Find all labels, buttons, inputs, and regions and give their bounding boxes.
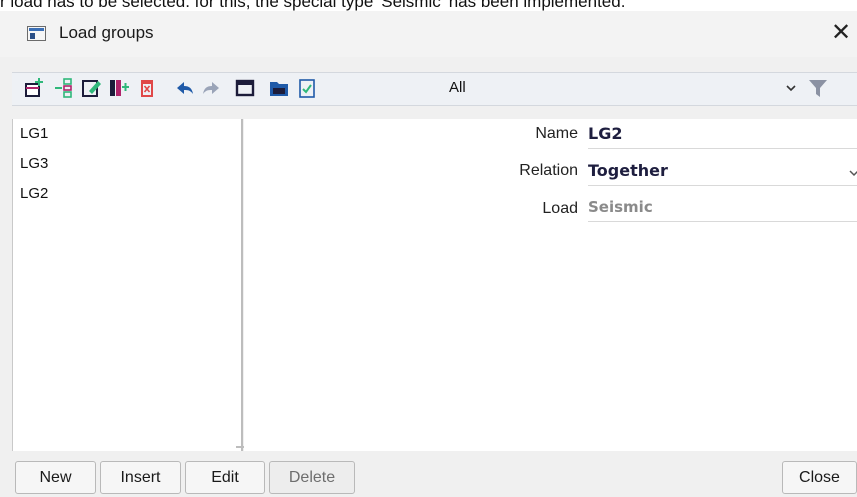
checklist-icon[interactable] (296, 77, 318, 99)
close-window-icon[interactable]: ✕ (826, 17, 856, 47)
background-caption-text: r load has to be selected. for this, the… (0, 0, 626, 11)
button-bar: New Insert Edit Delete Close (0, 461, 857, 497)
filter-select-value[interactable]: All (449, 79, 466, 96)
name-field[interactable]: LG2 (588, 119, 857, 149)
edit-button[interactable]: Edit (185, 461, 265, 494)
window-icon (27, 26, 46, 41)
name-label: Name (535, 125, 578, 142)
edit-icon[interactable] (81, 77, 103, 99)
list-item[interactable]: LG3 (13, 149, 239, 179)
delete-button[interactable]: Delete (269, 461, 355, 494)
load-groups-dialog: Load groups ✕ All LG1 LG3 LG2 Name LG2 R… (0, 11, 857, 497)
list-item-selected[interactable]: LG2 (13, 179, 239, 209)
filter-icon[interactable] (806, 76, 830, 104)
new-button[interactable]: New (15, 461, 96, 494)
insert-button[interactable]: Insert (100, 461, 181, 494)
delete-icon[interactable] (136, 77, 158, 99)
close-button[interactable]: Close (782, 461, 857, 494)
load-field: Seismic (588, 192, 857, 222)
table-icon[interactable] (234, 77, 256, 99)
insert-icon[interactable] (54, 77, 76, 99)
relation-dropdown[interactable]: Together (588, 156, 857, 186)
title-bar: Load groups ✕ (0, 11, 857, 57)
copy-icon[interactable] (108, 77, 130, 99)
relation-label: Relation (519, 162, 578, 179)
properties-panel: Name LG2 Relation Together Load Seismic (244, 119, 857, 451)
undo-icon[interactable] (174, 77, 196, 99)
load-group-list: LG1 LG3 LG2 (12, 119, 243, 451)
chevron-down-icon[interactable] (848, 167, 857, 182)
open-icon[interactable] (268, 77, 290, 99)
list-item[interactable]: LG1 (13, 119, 239, 149)
window-title: Load groups (59, 23, 154, 42)
new-icon[interactable] (24, 77, 46, 99)
splitter-handle[interactable] (236, 446, 244, 448)
chevron-down-icon[interactable] (784, 80, 798, 96)
toolbar: All (12, 72, 857, 106)
redo-icon[interactable] (200, 77, 222, 99)
load-label: Load (542, 200, 578, 217)
